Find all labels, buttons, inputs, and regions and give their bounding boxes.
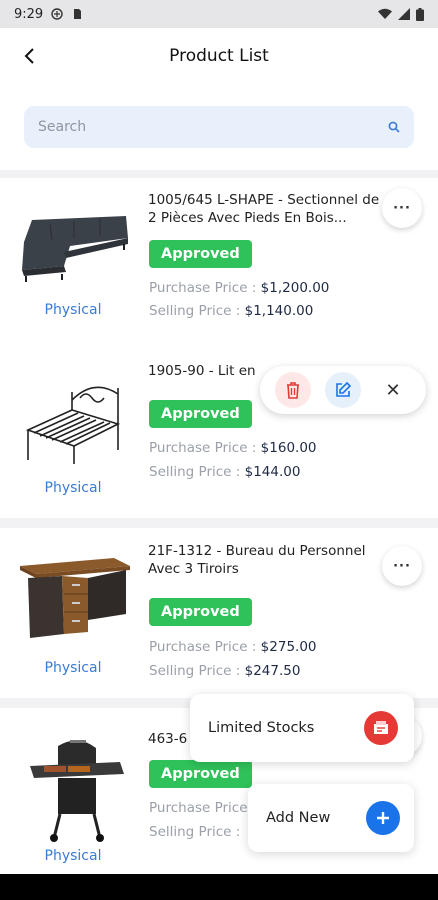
product-image-desk [20, 558, 130, 638]
status-badge: Approved [149, 240, 252, 268]
purchase-price-row: Purchase Price [149, 800, 248, 816]
selling-price-label: Selling Price : [149, 303, 241, 319]
purchase-price-row: Purchase Price : $275.00 [149, 639, 317, 655]
selling-price-label: Selling Price : [149, 824, 241, 840]
limited-stocks-icon [364, 711, 398, 745]
more-horizontal-icon: ··· [393, 200, 411, 216]
purchase-price-label: Purchase Price [149, 800, 248, 816]
purchase-price-value: $275.00 [260, 639, 317, 655]
back-button[interactable] [16, 42, 44, 70]
app-notification-icon [51, 8, 63, 20]
product-image-grill [30, 740, 124, 842]
inventory-box-icon [374, 721, 388, 734]
limited-stocks-menu-item[interactable]: Limited Stocks [190, 694, 414, 762]
purchase-price-label: Purchase Price : [149, 639, 257, 655]
edit-icon [336, 381, 352, 397]
more-horizontal-icon: ··· [393, 558, 411, 574]
arrow-left-icon [24, 48, 34, 64]
status-badge: Approved [149, 760, 252, 788]
product-card[interactable]: Physical 21F-1312 - Bureau du Personnel … [0, 528, 438, 698]
status-time: 9:29 [14, 6, 44, 22]
status-badge: Approved [149, 598, 252, 626]
purchase-price-label: Purchase Price : [149, 280, 257, 296]
trash-icon [287, 382, 299, 399]
product-image-sofa [22, 216, 128, 282]
product-list: Physical 1005/645 L-SHAPE - Sectionnel d… [0, 84, 438, 874]
app-header: Product List [0, 28, 438, 84]
more-options-button[interactable]: ··· [382, 188, 422, 228]
product-card[interactable]: Physical 1005/645 L-SHAPE - Sectionnel d… [0, 178, 438, 348]
page-title: Product List [169, 46, 269, 66]
product-name: 21F-1312 - Bureau du Personnel Avec 3 Ti… [148, 543, 366, 577]
product-type-link[interactable]: Physical [14, 480, 132, 496]
delete-button[interactable] [275, 372, 311, 408]
add-new-label: Add New [266, 810, 331, 826]
selling-price-label: Selling Price : [149, 464, 241, 480]
product-name: 1005/645 L-SHAPE - Sectionnel de 2 Pièce… [148, 192, 380, 226]
system-navigation-bar [0, 874, 438, 900]
status-badge: Approved [149, 400, 252, 428]
edit-button[interactable] [325, 372, 361, 408]
selling-price-value: $247.50 [244, 663, 301, 679]
sd-card-icon [74, 9, 82, 19]
more-options-button[interactable]: ··· [382, 546, 422, 586]
signal-icon [398, 8, 410, 20]
selling-price-row: Selling Price : $1,140.00 [149, 303, 313, 319]
plus-icon [377, 812, 389, 824]
search-bar[interactable] [24, 106, 414, 148]
wifi-icon [378, 8, 392, 19]
selling-price-value: $1,140.00 [244, 303, 314, 319]
product-type-link[interactable]: Physical [14, 848, 132, 864]
selling-price-row: Selling Price : $144.00 [149, 464, 300, 480]
selling-price-row: Selling Price : [149, 824, 240, 840]
product-type-link[interactable]: Physical [14, 660, 132, 676]
purchase-price-value: $1,200.00 [260, 280, 330, 296]
add-new-menu-item[interactable]: Add New [248, 784, 414, 852]
item-actions-pill: ✕ [260, 366, 426, 414]
limited-stocks-label: Limited Stocks [208, 720, 315, 736]
purchase-price-value: $160.00 [260, 440, 317, 456]
selling-price-value: $144.00 [244, 464, 301, 480]
status-bar: 9:29 [0, 0, 438, 28]
product-image-bed [25, 386, 121, 464]
selling-price-row: Selling Price : $247.50 [149, 663, 300, 679]
search-icon[interactable] [388, 121, 400, 133]
product-type-link[interactable]: Physical [14, 302, 132, 318]
purchase-price-row: Purchase Price : $160.00 [149, 440, 317, 456]
search-input[interactable] [38, 119, 388, 135]
purchase-price-label: Purchase Price : [149, 440, 257, 456]
selling-price-label: Selling Price : [149, 663, 241, 679]
purchase-price-row: Purchase Price : $1,200.00 [149, 280, 329, 296]
close-icon: ✕ [385, 379, 401, 401]
search-section [0, 84, 438, 170]
battery-icon [416, 7, 424, 21]
add-new-icon [366, 801, 400, 835]
close-actions-button[interactable]: ✕ [375, 372, 411, 408]
